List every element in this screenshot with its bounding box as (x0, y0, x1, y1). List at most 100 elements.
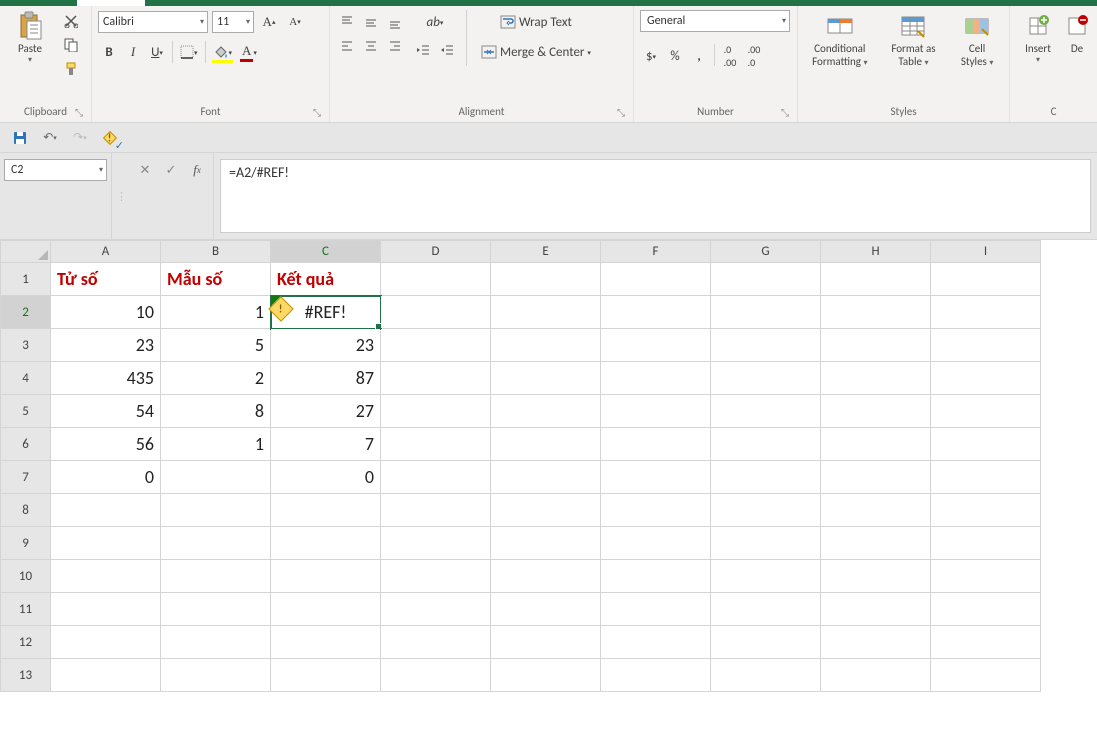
decrease-indent-button[interactable] (412, 38, 434, 62)
cell-E12[interactable] (491, 626, 601, 659)
cell-D2[interactable] (381, 296, 491, 329)
cell-F6[interactable] (601, 428, 711, 461)
cell-F12[interactable] (601, 626, 711, 659)
cell-F13[interactable] (601, 659, 711, 692)
cell-B9[interactable] (161, 527, 271, 560)
save-button[interactable] (8, 126, 32, 150)
cancel-formula-button[interactable]: ✕ (133, 159, 157, 181)
cell-B13[interactable] (161, 659, 271, 692)
cell-F5[interactable] (601, 395, 711, 428)
cell-A11[interactable] (51, 593, 161, 626)
cell-I8[interactable] (931, 494, 1041, 527)
cell-C6[interactable]: 7 (271, 428, 381, 461)
cell-B12[interactable] (161, 626, 271, 659)
cell-E4[interactable] (491, 362, 601, 395)
spreadsheet-grid[interactable]: ABCDEFGHI1Tử sốMẫu sốKết quả210!1#REF!32… (0, 240, 1097, 692)
cell-H6[interactable] (821, 428, 931, 461)
cell-H3[interactable] (821, 329, 931, 362)
row-header-12[interactable]: 12 (1, 626, 51, 659)
cell-I5[interactable] (931, 395, 1041, 428)
cell-H12[interactable] (821, 626, 931, 659)
cell-C4[interactable]: 87 (271, 362, 381, 395)
cell-D8[interactable] (381, 494, 491, 527)
cell-G3[interactable] (711, 329, 821, 362)
font-color-button[interactable]: A ▾ (237, 40, 260, 64)
column-header-G[interactable]: G (711, 241, 821, 263)
cell-A5[interactable]: 54 (51, 395, 161, 428)
cell-A4[interactable]: 435 (51, 362, 161, 395)
cell-A2[interactable]: 10 (51, 296, 161, 329)
cell-I11[interactable] (931, 593, 1041, 626)
name-box[interactable]: C2 ▾ (4, 159, 107, 181)
row-header-1[interactable]: 1 (1, 263, 51, 296)
insert-function-button[interactable]: fx (185, 159, 209, 181)
increase-indent-button[interactable] (436, 38, 458, 62)
font-size-select[interactable]: 11 ▾ (212, 11, 254, 33)
cell-F3[interactable] (601, 329, 711, 362)
cell-A9[interactable] (51, 527, 161, 560)
row-header-6[interactable]: 6 (1, 428, 51, 461)
cell-I9[interactable] (931, 527, 1041, 560)
decrease-font-button[interactable]: A▾ (284, 10, 306, 34)
cell-E8[interactable] (491, 494, 601, 527)
row-header-5[interactable]: 5 (1, 395, 51, 428)
insert-cells-button[interactable]: Insert ▾ (1016, 10, 1060, 65)
column-header-H[interactable]: H (821, 241, 931, 263)
cell-E5[interactable] (491, 395, 601, 428)
cell-F10[interactable] (601, 560, 711, 593)
redo-button[interactable]: ↷ ▾ (68, 126, 92, 150)
fill-color-button[interactable]: ▾ (210, 40, 236, 64)
cell-B8[interactable] (161, 494, 271, 527)
bold-button[interactable]: B (98, 40, 120, 64)
cell-E6[interactable] (491, 428, 601, 461)
cell-G12[interactable] (711, 626, 821, 659)
increase-decimal-button[interactable]: .0.00 (719, 44, 741, 68)
cell-H8[interactable] (821, 494, 931, 527)
cell-E10[interactable] (491, 560, 601, 593)
conditional-formatting-button[interactable]: Conditional Formatting ▾ (804, 10, 876, 68)
cell-B2[interactable]: !1 (161, 296, 271, 329)
column-header-I[interactable]: I (931, 241, 1041, 263)
cell-A7[interactable]: 0 (51, 461, 161, 494)
cell-A10[interactable] (51, 560, 161, 593)
row-header-7[interactable]: 7 (1, 461, 51, 494)
cell-D4[interactable] (381, 362, 491, 395)
cell-C3[interactable]: 23 (271, 329, 381, 362)
increase-font-button[interactable]: A▴ (258, 10, 280, 34)
merge-center-button[interactable]: Merge & Center ▾ (475, 40, 597, 64)
cell-D1[interactable] (381, 263, 491, 296)
cell-C9[interactable] (271, 527, 381, 560)
row-header-8[interactable]: 8 (1, 494, 51, 527)
align-middle-button[interactable] (360, 10, 382, 34)
cell-A13[interactable] (51, 659, 161, 692)
cell-I4[interactable] (931, 362, 1041, 395)
comma-format-button[interactable]: , (688, 44, 710, 68)
cell-G2[interactable] (711, 296, 821, 329)
cell-D9[interactable] (381, 527, 491, 560)
cell-C13[interactable] (271, 659, 381, 692)
column-header-F[interactable]: F (601, 241, 711, 263)
cell-D10[interactable] (381, 560, 491, 593)
cell-I12[interactable] (931, 626, 1041, 659)
cell-I3[interactable] (931, 329, 1041, 362)
cell-B1[interactable]: Mẫu số (161, 263, 271, 296)
cell-F8[interactable] (601, 494, 711, 527)
cell-B5[interactable]: 8 (161, 395, 271, 428)
cell-E11[interactable] (491, 593, 601, 626)
enter-formula-button[interactable]: ✓ (159, 159, 183, 181)
cell-A12[interactable] (51, 626, 161, 659)
cell-D7[interactable] (381, 461, 491, 494)
cell-D5[interactable] (381, 395, 491, 428)
column-header-B[interactable]: B (161, 241, 271, 263)
cell-H1[interactable] (821, 263, 931, 296)
cell-I6[interactable] (931, 428, 1041, 461)
cell-C12[interactable] (271, 626, 381, 659)
cell-E7[interactable] (491, 461, 601, 494)
format-as-table-button[interactable]: Format as Table ▾ (882, 10, 946, 68)
cell-H9[interactable] (821, 527, 931, 560)
align-center-button[interactable] (360, 34, 382, 58)
paste-button[interactable]: Paste ▾ (6, 10, 54, 65)
cell-E3[interactable] (491, 329, 601, 362)
cell-C10[interactable] (271, 560, 381, 593)
accounting-format-button[interactable]: $ ▾ (640, 44, 662, 68)
